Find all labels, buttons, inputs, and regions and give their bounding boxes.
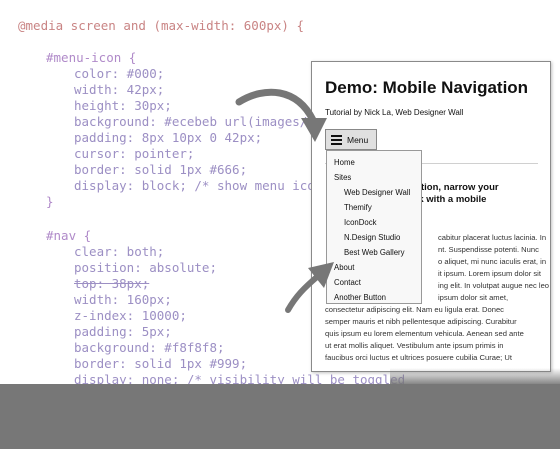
code-line: height: 30px;: [74, 98, 172, 113]
code-line: padding: 8px 10px 0 42px;: [74, 130, 263, 145]
code-line: width: 42px;: [74, 82, 165, 97]
menu-icon-selector: #menu-icon {: [46, 50, 137, 65]
code-line: padding: 5px;: [74, 324, 172, 339]
nav-item-home[interactable]: Home: [334, 158, 355, 167]
nav-item-sites[interactable]: Sites: [334, 173, 351, 182]
nav-dropdown: Home Sites Web Designer Wall Themify Ico…: [326, 150, 422, 304]
code-line: top: 38px;: [74, 276, 150, 291]
nav-subitem[interactable]: Best Web Gallery: [344, 248, 405, 257]
arrow-icon: [285, 262, 334, 313]
nav-item-contact[interactable]: Contact: [334, 278, 361, 287]
close-brace: }: [46, 194, 54, 209]
code-line: color: #000;: [74, 66, 165, 81]
article-line: faucibus orci luctus et ultrices posuere…: [325, 353, 512, 362]
code-line: z-index: 10000;: [74, 308, 187, 323]
code-line: border: solid 1px #666;: [74, 162, 248, 177]
media-query-line: @media screen and (max-width: 600px) {: [18, 18, 304, 33]
demo-screenshot: Demo: Mobile Navigation Tutorial by Nick…: [311, 61, 551, 372]
nav-subitem[interactable]: Themify: [344, 203, 372, 212]
code-line: position: absolute;: [74, 260, 217, 275]
nav-selector: #nav {: [46, 228, 92, 243]
bottom-bar: [0, 384, 560, 449]
code-line: width: 160px;: [74, 292, 172, 307]
code-line: clear: both;: [74, 244, 165, 259]
code-line: display: block; /* show menu icon: [74, 178, 323, 193]
nav-subitem[interactable]: N.Design Studio: [344, 233, 400, 242]
nav-item-another-button[interactable]: Another Button: [334, 293, 386, 302]
arrow-icon: [235, 88, 327, 142]
code-line: background: #f8f8f8;: [74, 340, 225, 355]
code-line: cursor: pointer;: [74, 146, 195, 161]
code-line: border: solid 1px #999;: [74, 356, 248, 371]
nav-subitem[interactable]: Web Designer Wall: [344, 188, 410, 197]
nav-subitem[interactable]: IconDock: [344, 218, 377, 227]
